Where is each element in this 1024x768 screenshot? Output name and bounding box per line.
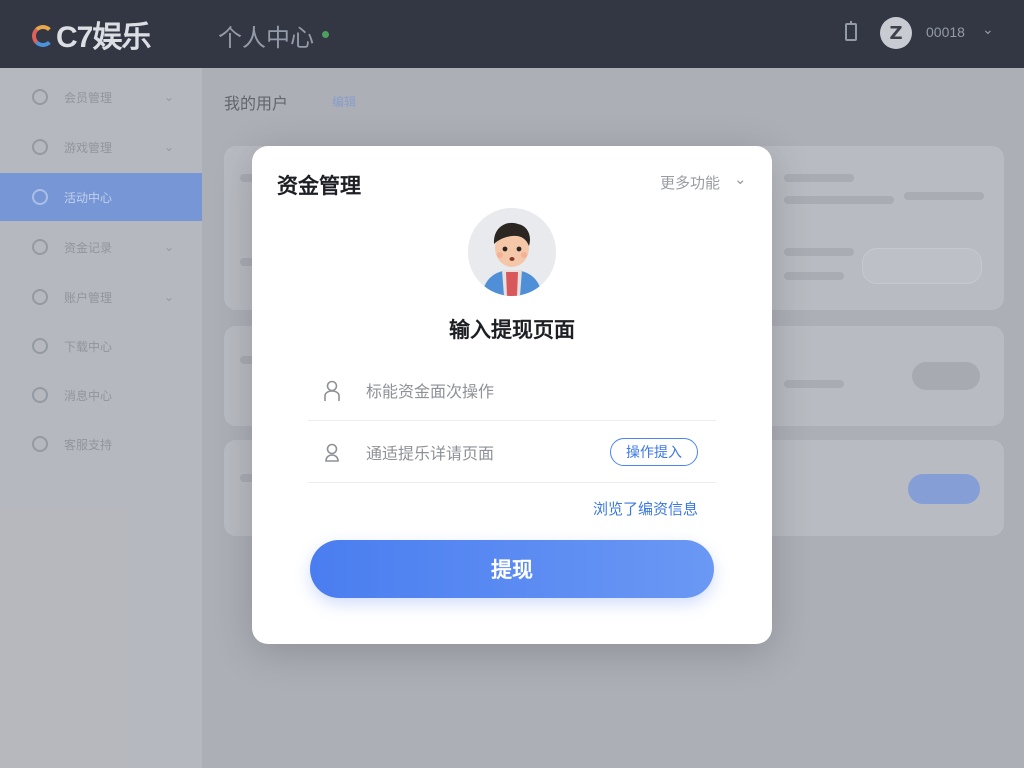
amount-input[interactable] xyxy=(364,377,598,405)
account-icon xyxy=(322,442,342,464)
profile-avatar xyxy=(468,208,556,296)
withdraw-modal: 资金管理 更多功能 ⌄ 输入提现页面 操作提入 浏览了编资信息 xyxy=(252,146,772,644)
withdraw-submit-button[interactable]: 提现 xyxy=(310,540,714,598)
detail-input[interactable] xyxy=(364,439,598,467)
more-functions-dropdown[interactable]: 更多功能 xyxy=(660,172,720,193)
modal-title: 资金管理 xyxy=(277,174,361,198)
chevron-down-icon[interactable]: ⌄ xyxy=(734,170,747,188)
info-link[interactable]: 浏览了编资信息 xyxy=(593,498,698,519)
page-heading: 输入提现页面 xyxy=(449,318,575,342)
user-icon xyxy=(322,380,342,402)
operation-button[interactable]: 操作提入 xyxy=(610,438,698,466)
amount-field xyxy=(308,360,716,421)
detail-field: 操作提入 xyxy=(308,422,716,483)
